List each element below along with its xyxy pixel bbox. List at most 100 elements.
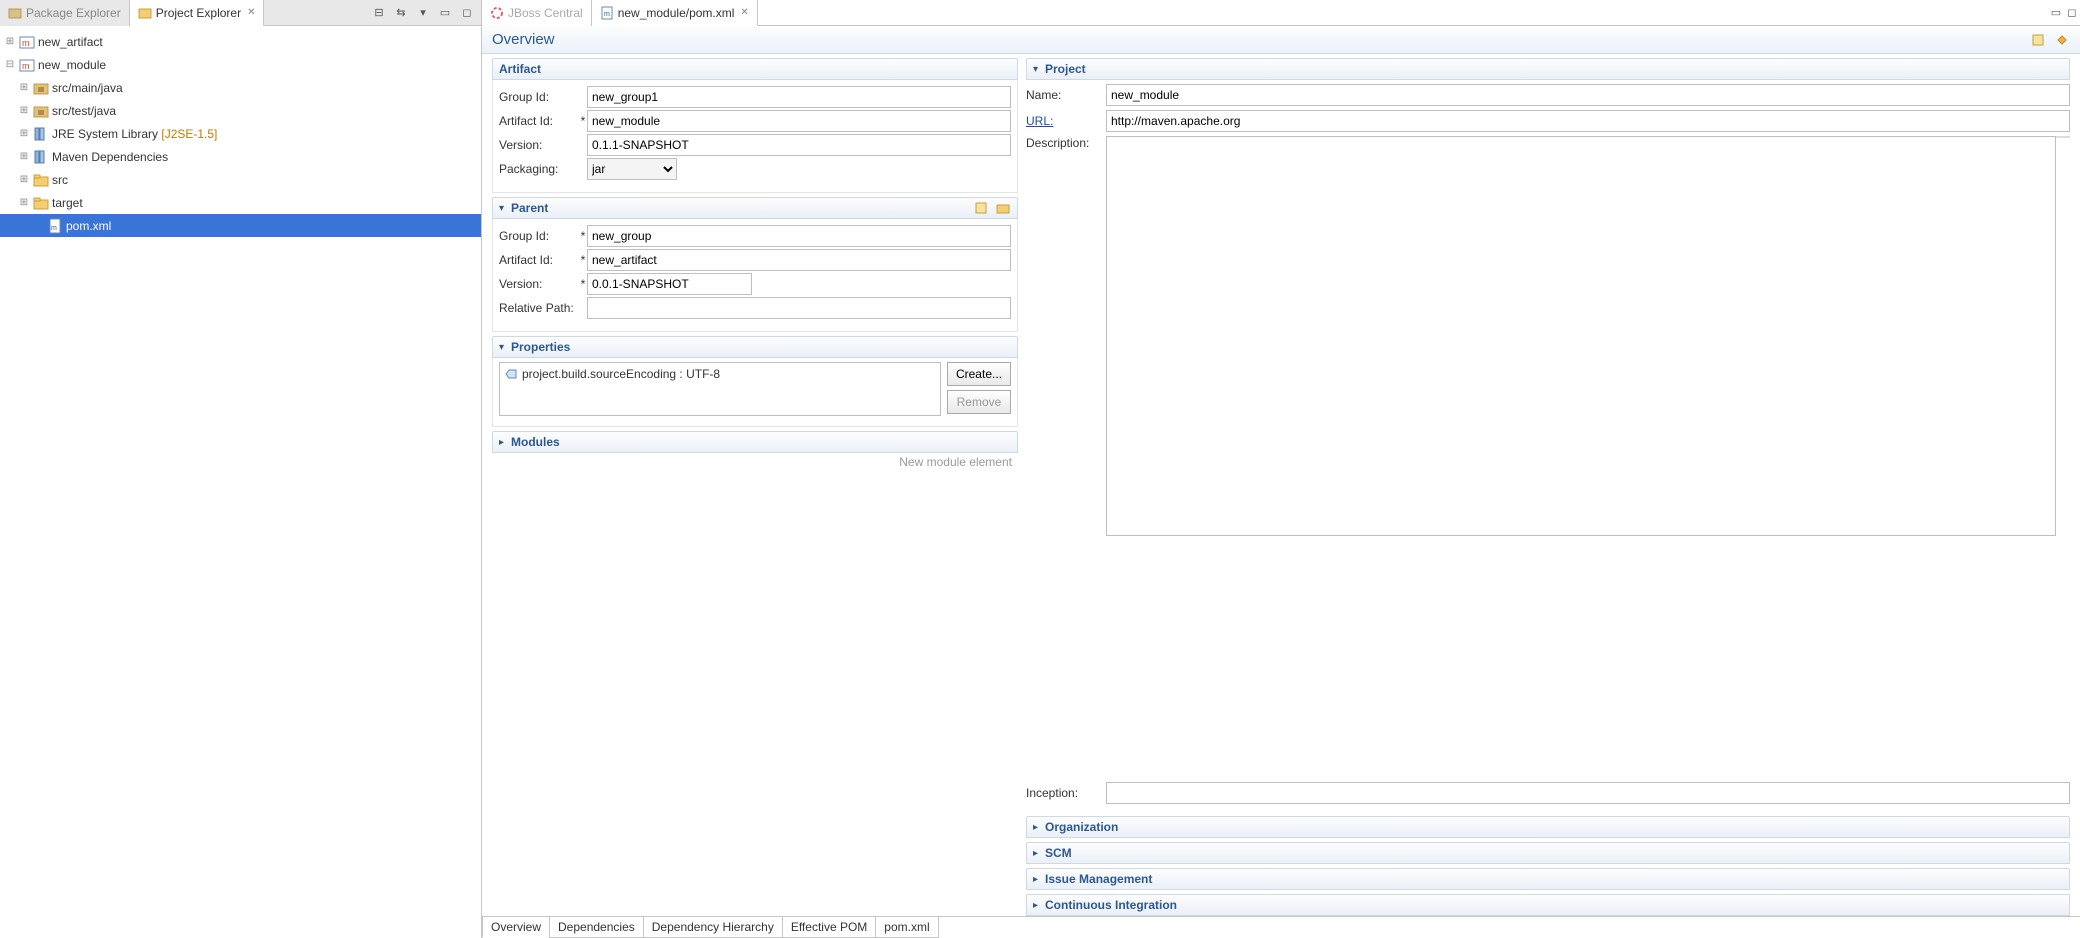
project-name-input[interactable] bbox=[1106, 84, 2070, 106]
artifact-artifact-id-input[interactable] bbox=[587, 110, 1011, 132]
tree-item-src[interactable]: ⊞src bbox=[0, 168, 481, 191]
section-project: ▾ Project Name: URL: Descript bbox=[1026, 58, 2070, 812]
property-tag-icon bbox=[504, 368, 518, 380]
open-parent-pom-icon[interactable] bbox=[995, 200, 1011, 216]
tab-label: Project Explorer bbox=[156, 6, 241, 20]
property-item[interactable]: project.build.sourceEncoding : UTF-8 bbox=[504, 367, 936, 381]
tab-package-explorer[interactable]: Package Explorer bbox=[0, 0, 130, 26]
section-title: Project bbox=[1045, 62, 1086, 76]
minimize-icon[interactable]: ▭ bbox=[2048, 5, 2064, 21]
tree-item-src_main_java[interactable]: ⊞src/main/java bbox=[0, 76, 481, 99]
maximize-icon[interactable]: ◻ bbox=[2064, 5, 2080, 21]
chevron-right-icon: ▸ bbox=[499, 437, 511, 448]
tree-expander-icon[interactable]: ⊞ bbox=[18, 151, 30, 162]
tab-pom-editor[interactable]: m new_module/pom.xml ✕ bbox=[592, 0, 758, 26]
bottom-tab-dependencies[interactable]: Dependencies bbox=[549, 917, 644, 938]
artifact-version-input[interactable] bbox=[587, 134, 1011, 156]
section-header-organization[interactable]: ▸Organization bbox=[1026, 816, 2070, 838]
create-property-button[interactable]: Create... bbox=[947, 362, 1011, 386]
tab-project-explorer[interactable]: Project Explorer ✕ bbox=[130, 0, 265, 26]
project-url-input[interactable] bbox=[1106, 110, 2070, 132]
artifact-group-id-input[interactable] bbox=[587, 86, 1011, 108]
tree-item-label: src/test/java bbox=[52, 104, 116, 118]
tree-expander-icon[interactable]: ⊞ bbox=[18, 82, 30, 93]
bottom-tab-pom-xml[interactable]: pom.xml bbox=[875, 917, 938, 938]
project-inception-input[interactable] bbox=[1106, 782, 2070, 804]
tree-item-jre[interactable]: ⊞JRE System Library [J2SE-1.5] bbox=[0, 122, 481, 145]
section-header-artifact[interactable]: Artifact bbox=[492, 58, 1018, 80]
section-header-properties[interactable]: ▾ Properties bbox=[492, 336, 1018, 358]
artifact-packaging-select[interactable]: jar bbox=[587, 158, 677, 180]
tree-expander-icon[interactable]: ⊞ bbox=[18, 174, 30, 185]
tree-item-label: target bbox=[52, 196, 83, 210]
parent-group-id-input[interactable] bbox=[587, 225, 1011, 247]
tree-expander-icon[interactable]: ⊞ bbox=[4, 36, 16, 47]
scrollbar[interactable] bbox=[2056, 136, 2070, 138]
properties-list[interactable]: project.build.sourceEncoding : UTF-8 bbox=[499, 362, 941, 416]
project-tree[interactable]: ⊞mnew_artifact⊟mnew_module⊞src/main/java… bbox=[0, 26, 481, 938]
chevron-down-icon: ▾ bbox=[499, 342, 511, 353]
remove-property-button[interactable]: Remove bbox=[947, 390, 1011, 414]
maximize-icon[interactable]: ◻ bbox=[459, 5, 475, 21]
tree-item-label: new_module bbox=[38, 58, 106, 72]
svg-text:m: m bbox=[22, 61, 30, 71]
select-parent-icon[interactable] bbox=[973, 200, 989, 216]
section-title: Artifact bbox=[499, 62, 541, 76]
open-parent-icon[interactable] bbox=[2030, 32, 2046, 48]
close-icon[interactable]: ✕ bbox=[740, 7, 748, 18]
maven-project-icon: m bbox=[19, 57, 35, 73]
tree-expander-icon[interactable]: ⊞ bbox=[18, 128, 30, 139]
tree-item-new_artifact[interactable]: ⊞mnew_artifact bbox=[0, 30, 481, 53]
section-header-issue-management[interactable]: ▸Issue Management bbox=[1026, 868, 2070, 890]
section-title: Parent bbox=[511, 201, 548, 215]
package-explorer-icon bbox=[8, 6, 22, 20]
tree-item-src_test_java[interactable]: ⊞ src/test/java bbox=[0, 99, 481, 122]
collapse-all-icon[interactable]: ⊟ bbox=[371, 5, 387, 21]
workbench: Package Explorer Project Explorer ✕ ⊟ ⇆ … bbox=[0, 0, 2080, 938]
section-modules: ▸ Modules New module element bbox=[492, 431, 1018, 473]
section-title: Organization bbox=[1045, 820, 1118, 834]
tree-item-target[interactable]: ⊞ target bbox=[0, 191, 481, 214]
parent-version-input[interactable] bbox=[587, 273, 752, 295]
pom-editor-tabs: OverviewDependenciesDependency Hierarchy… bbox=[482, 916, 2080, 938]
show-effective-icon[interactable] bbox=[2054, 32, 2070, 48]
view-menu-icon[interactable]: ▾ bbox=[415, 5, 431, 21]
form-header: Overview bbox=[482, 26, 2080, 54]
tree-item-label: new_artifact bbox=[38, 35, 103, 49]
tree-item-maven_deps[interactable]: ⊞Maven Dependencies bbox=[0, 145, 481, 168]
section-header-parent[interactable]: ▾ Parent bbox=[492, 197, 1018, 219]
project-url-label[interactable]: URL: bbox=[1026, 114, 1106, 128]
left-toolbar: ⊟ ⇆ ▾ ▭ ◻ bbox=[371, 5, 481, 21]
minimize-icon[interactable]: ▭ bbox=[437, 5, 453, 21]
chevron-right-icon: ▸ bbox=[1033, 900, 1045, 911]
parent-artifact-id-input[interactable] bbox=[587, 249, 1011, 271]
link-editor-icon[interactable]: ⇆ bbox=[393, 5, 409, 21]
tree-expander-icon[interactable]: ⊞ bbox=[18, 197, 30, 208]
bottom-tab-dependency-hierarchy[interactable]: Dependency Hierarchy bbox=[643, 917, 783, 938]
section-title: Properties bbox=[511, 340, 570, 354]
tab-label: JBoss Central bbox=[508, 6, 583, 20]
section-header-continuous-integration[interactable]: ▸Continuous Integration bbox=[1026, 894, 2070, 916]
group-id-label: Group Id: bbox=[499, 90, 579, 104]
tree-expander-icon[interactable]: ⊟ bbox=[4, 59, 16, 70]
version-label: Version: bbox=[499, 138, 579, 152]
close-icon[interactable]: ✕ bbox=[247, 7, 255, 18]
project-description-textarea[interactable] bbox=[1106, 136, 2056, 536]
library-icon bbox=[33, 126, 49, 142]
parent-version-label: Version: bbox=[499, 277, 579, 291]
bottom-tab-overview[interactable]: Overview bbox=[482, 917, 550, 938]
section-header-scm[interactable]: ▸SCM bbox=[1026, 842, 2070, 864]
tree-item-pom[interactable]: mpom.xml bbox=[0, 214, 481, 237]
section-header-modules[interactable]: ▸ Modules bbox=[492, 431, 1018, 453]
section-header-project[interactable]: ▾ Project bbox=[1026, 58, 2070, 80]
tab-jboss-central[interactable]: JBoss Central bbox=[482, 0, 592, 26]
tree-expander-icon[interactable]: ⊞ bbox=[18, 105, 30, 116]
project-inception-label: Inception: bbox=[1026, 786, 1106, 800]
maven-file-icon: m bbox=[600, 6, 614, 20]
header-actions bbox=[2030, 32, 2070, 48]
tree-item-new_module[interactable]: ⊟ m new_module bbox=[0, 53, 481, 76]
maven-project-icon: m bbox=[19, 34, 35, 50]
parent-relpath-input[interactable] bbox=[587, 297, 1011, 319]
section-title: Continuous Integration bbox=[1045, 898, 1177, 912]
bottom-tab-effective-pom[interactable]: Effective POM bbox=[782, 917, 876, 938]
